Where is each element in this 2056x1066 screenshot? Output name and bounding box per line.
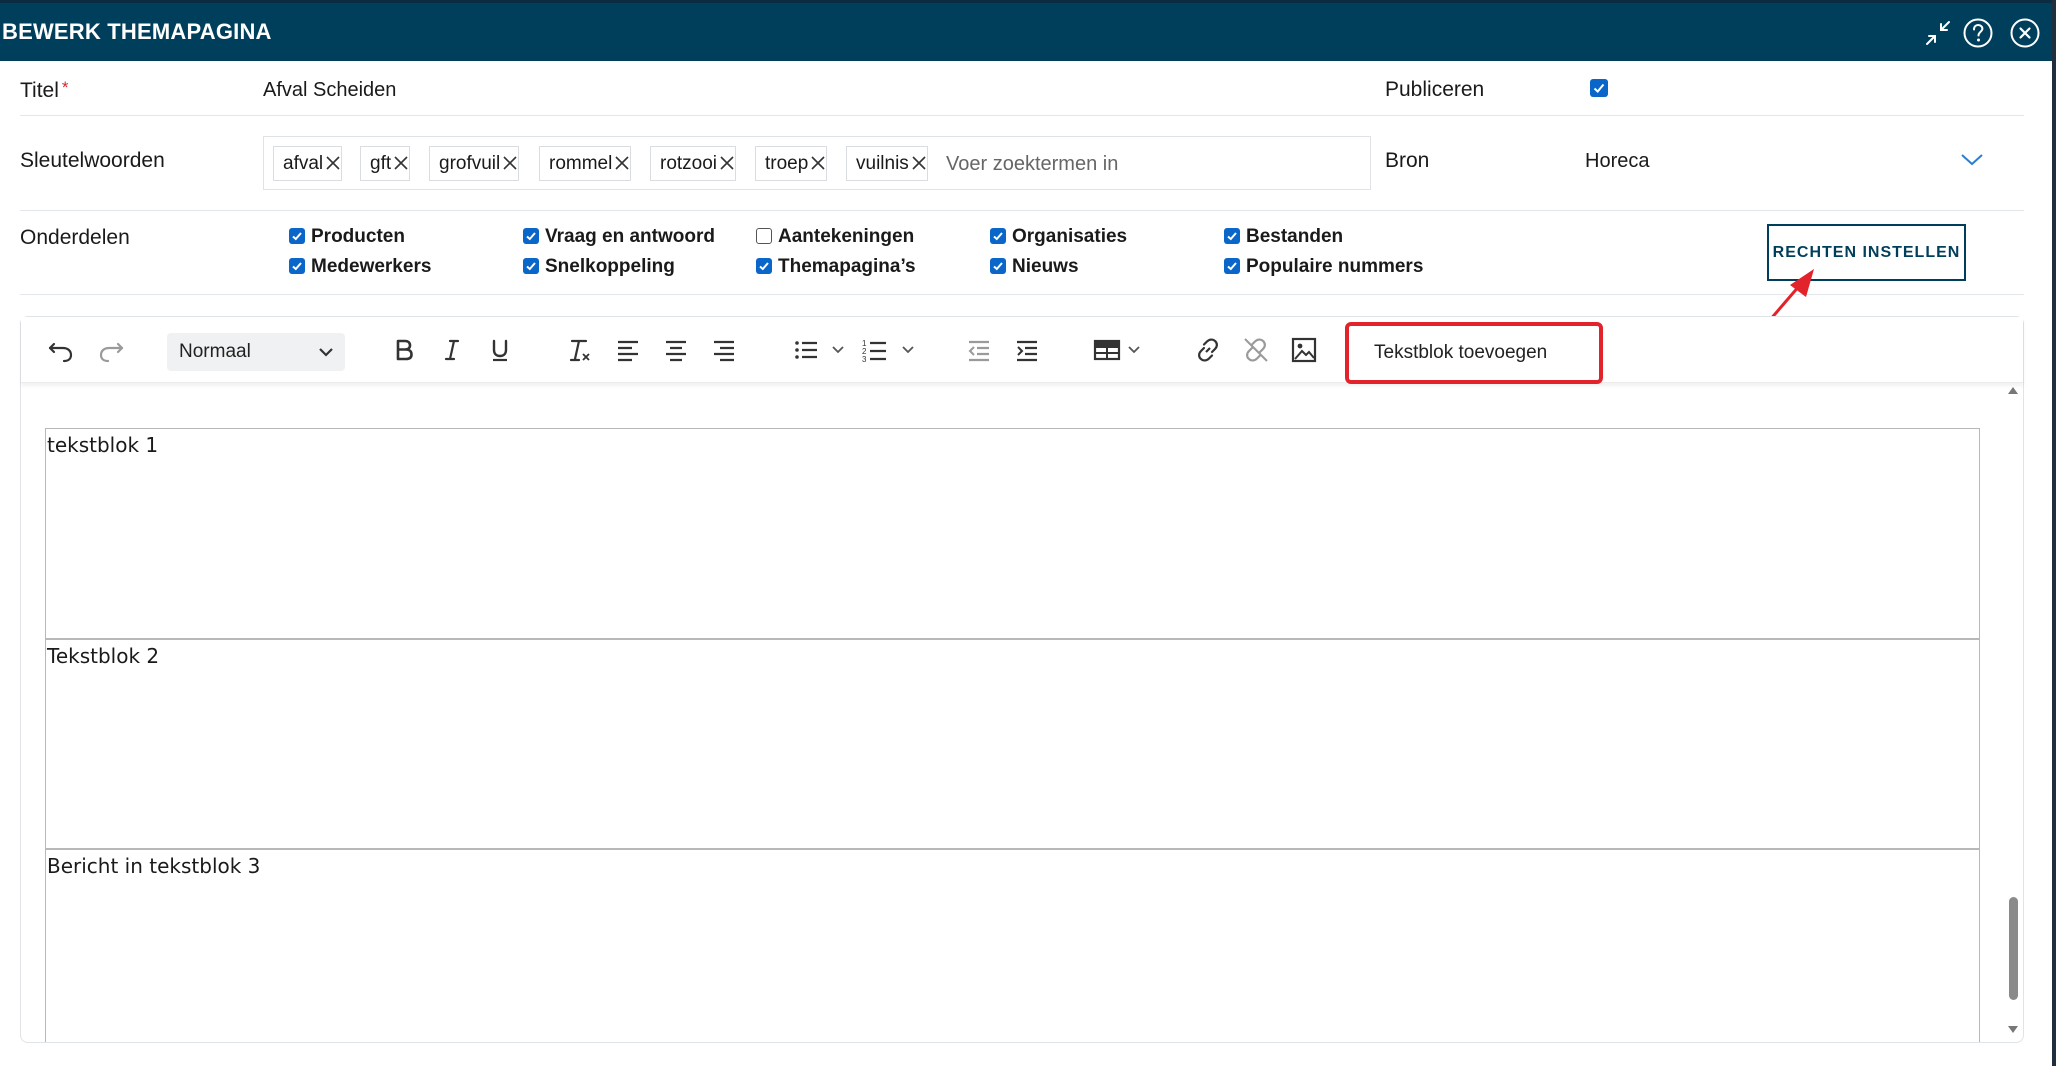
redo-icon[interactable] <box>94 333 128 367</box>
undo-icon[interactable] <box>44 333 78 367</box>
remove-chip-icon[interactable] <box>911 155 927 171</box>
onderdeel-snelkoppeling[interactable]: Snelkoppeling <box>523 256 675 278</box>
help-icon[interactable] <box>1962 17 1994 49</box>
checkbox[interactable] <box>523 258 539 274</box>
onderdeel-vraag-en-antwoord[interactable]: Vraag en antwoord <box>523 226 715 248</box>
underline-icon[interactable] <box>483 333 517 367</box>
keyword-search-input[interactable] <box>944 147 1344 181</box>
text-block-content[interactable]: tekstblok 1 <box>47 433 158 457</box>
chevron-down-icon[interactable] <box>1126 342 1142 358</box>
checkbox[interactable] <box>289 258 305 274</box>
checkbox[interactable] <box>1224 258 1240 274</box>
align-right-icon[interactable] <box>707 333 741 367</box>
divider <box>20 210 2024 211</box>
bron-label: Bron <box>1385 149 1430 172</box>
link-icon[interactable] <box>1191 333 1225 367</box>
remove-chip-icon[interactable] <box>719 155 735 171</box>
bullet-list-icon[interactable] <box>789 333 823 367</box>
text-block[interactable]: Bericht in tekstblok 3 <box>45 849 1980 1042</box>
close-icon[interactable] <box>2009 17 2041 49</box>
numbered-list-icon[interactable]: 123 <box>858 333 892 367</box>
dialog-title-bar: BEWERK THEMAPAGINA <box>0 0 2052 61</box>
publiceren-checkbox[interactable] <box>1590 79 1608 97</box>
onderdeel-organisaties[interactable]: Organisaties <box>990 226 1127 248</box>
paragraph-format-select[interactable]: Normaal <box>167 333 345 371</box>
tekstblok-toevoegen-button[interactable]: Tekstblok toevoegen <box>1345 322 1603 384</box>
remove-chip-icon[interactable] <box>325 155 341 171</box>
checkbox[interactable] <box>990 258 1006 274</box>
chevron-down-icon[interactable] <box>1960 151 1984 167</box>
keyword-chip[interactable]: vuilnis <box>846 146 928 181</box>
onderdeel-producten[interactable]: Producten <box>289 226 405 248</box>
checkbox[interactable] <box>756 258 772 274</box>
remove-chip-icon[interactable] <box>614 155 630 171</box>
onderdelen-label: Onderdelen <box>20 226 130 249</box>
svg-text:3: 3 <box>862 355 867 364</box>
remove-chip-icon[interactable] <box>810 155 826 171</box>
clear-format-icon[interactable] <box>563 333 597 367</box>
outdent-icon[interactable] <box>962 333 996 367</box>
scrollbar-thumb[interactable] <box>2009 897 2018 1000</box>
minimize-icon[interactable] <box>1922 17 1954 49</box>
table-icon[interactable] <box>1090 333 1124 367</box>
keyword-chip[interactable]: grofvuil <box>429 146 520 181</box>
sleutelwoorden-label: Sleutelwoorden <box>20 149 165 172</box>
onderdeel-themapaginas[interactable]: Themapagina’s <box>756 256 916 278</box>
onderdeel-populaire-nummers[interactable]: Populaire nummers <box>1224 256 1423 278</box>
align-center-icon[interactable] <box>659 333 693 367</box>
chevron-down-icon <box>319 348 333 357</box>
keyword-chip[interactable]: rotzooi <box>650 146 737 181</box>
dialog-title: BEWERK THEMAPAGINA <box>2 19 272 44</box>
keyword-chip[interactable]: troep <box>755 146 828 181</box>
onderdeel-nieuws[interactable]: Nieuws <box>990 256 1079 278</box>
window-edge <box>2052 0 2056 1066</box>
checkbox[interactable] <box>289 228 305 244</box>
text-block[interactable]: Tekstblok 2 <box>45 639 1980 849</box>
text-block-content[interactable]: Tekstblok 2 <box>47 644 159 668</box>
indent-icon[interactable] <box>1010 333 1044 367</box>
text-block-content[interactable]: Bericht in tekstblok 3 <box>47 854 260 878</box>
checkbox[interactable] <box>990 228 1006 244</box>
scroll-down-icon[interactable] <box>2006 1024 2020 1036</box>
text-block[interactable]: tekstblok 1 <box>45 428 1980 639</box>
chevron-down-icon[interactable] <box>900 342 916 358</box>
titel-label: Titel * <box>20 78 69 102</box>
image-icon[interactable] <box>1287 333 1321 367</box>
remove-chip-icon[interactable] <box>393 155 409 171</box>
keyword-chip[interactable]: rommel <box>539 146 632 181</box>
remove-chip-icon[interactable] <box>502 155 518 171</box>
onderdeel-bestanden[interactable]: Bestanden <box>1224 226 1343 248</box>
titel-value[interactable]: Afval Scheiden <box>263 79 396 102</box>
chevron-down-icon[interactable] <box>830 342 846 358</box>
bron-value[interactable]: Horeca <box>1585 150 1649 173</box>
italic-icon[interactable] <box>435 333 469 367</box>
keyword-chip[interactable]: gft <box>360 146 411 181</box>
onderdeel-aantekeningen[interactable]: Aantekeningen <box>756 226 914 248</box>
align-left-icon[interactable] <box>611 333 645 367</box>
onderdeel-medewerkers[interactable]: Medewerkers <box>289 256 431 278</box>
required-marker: * <box>61 78 69 97</box>
keywords-field[interactable]: afval gft grofvuil rommel rotzooi troep … <box>263 136 1371 190</box>
checkbox[interactable] <box>523 228 539 244</box>
bold-icon[interactable] <box>387 333 421 367</box>
unlink-icon[interactable] <box>1239 333 1273 367</box>
keyword-chip[interactable]: afval <box>273 146 343 181</box>
scroll-up-icon[interactable] <box>2006 384 2020 396</box>
divider <box>20 115 2024 116</box>
checkbox[interactable] <box>756 228 772 244</box>
publiceren-label: Publiceren <box>1385 78 1485 101</box>
checkbox[interactable] <box>1224 228 1240 244</box>
